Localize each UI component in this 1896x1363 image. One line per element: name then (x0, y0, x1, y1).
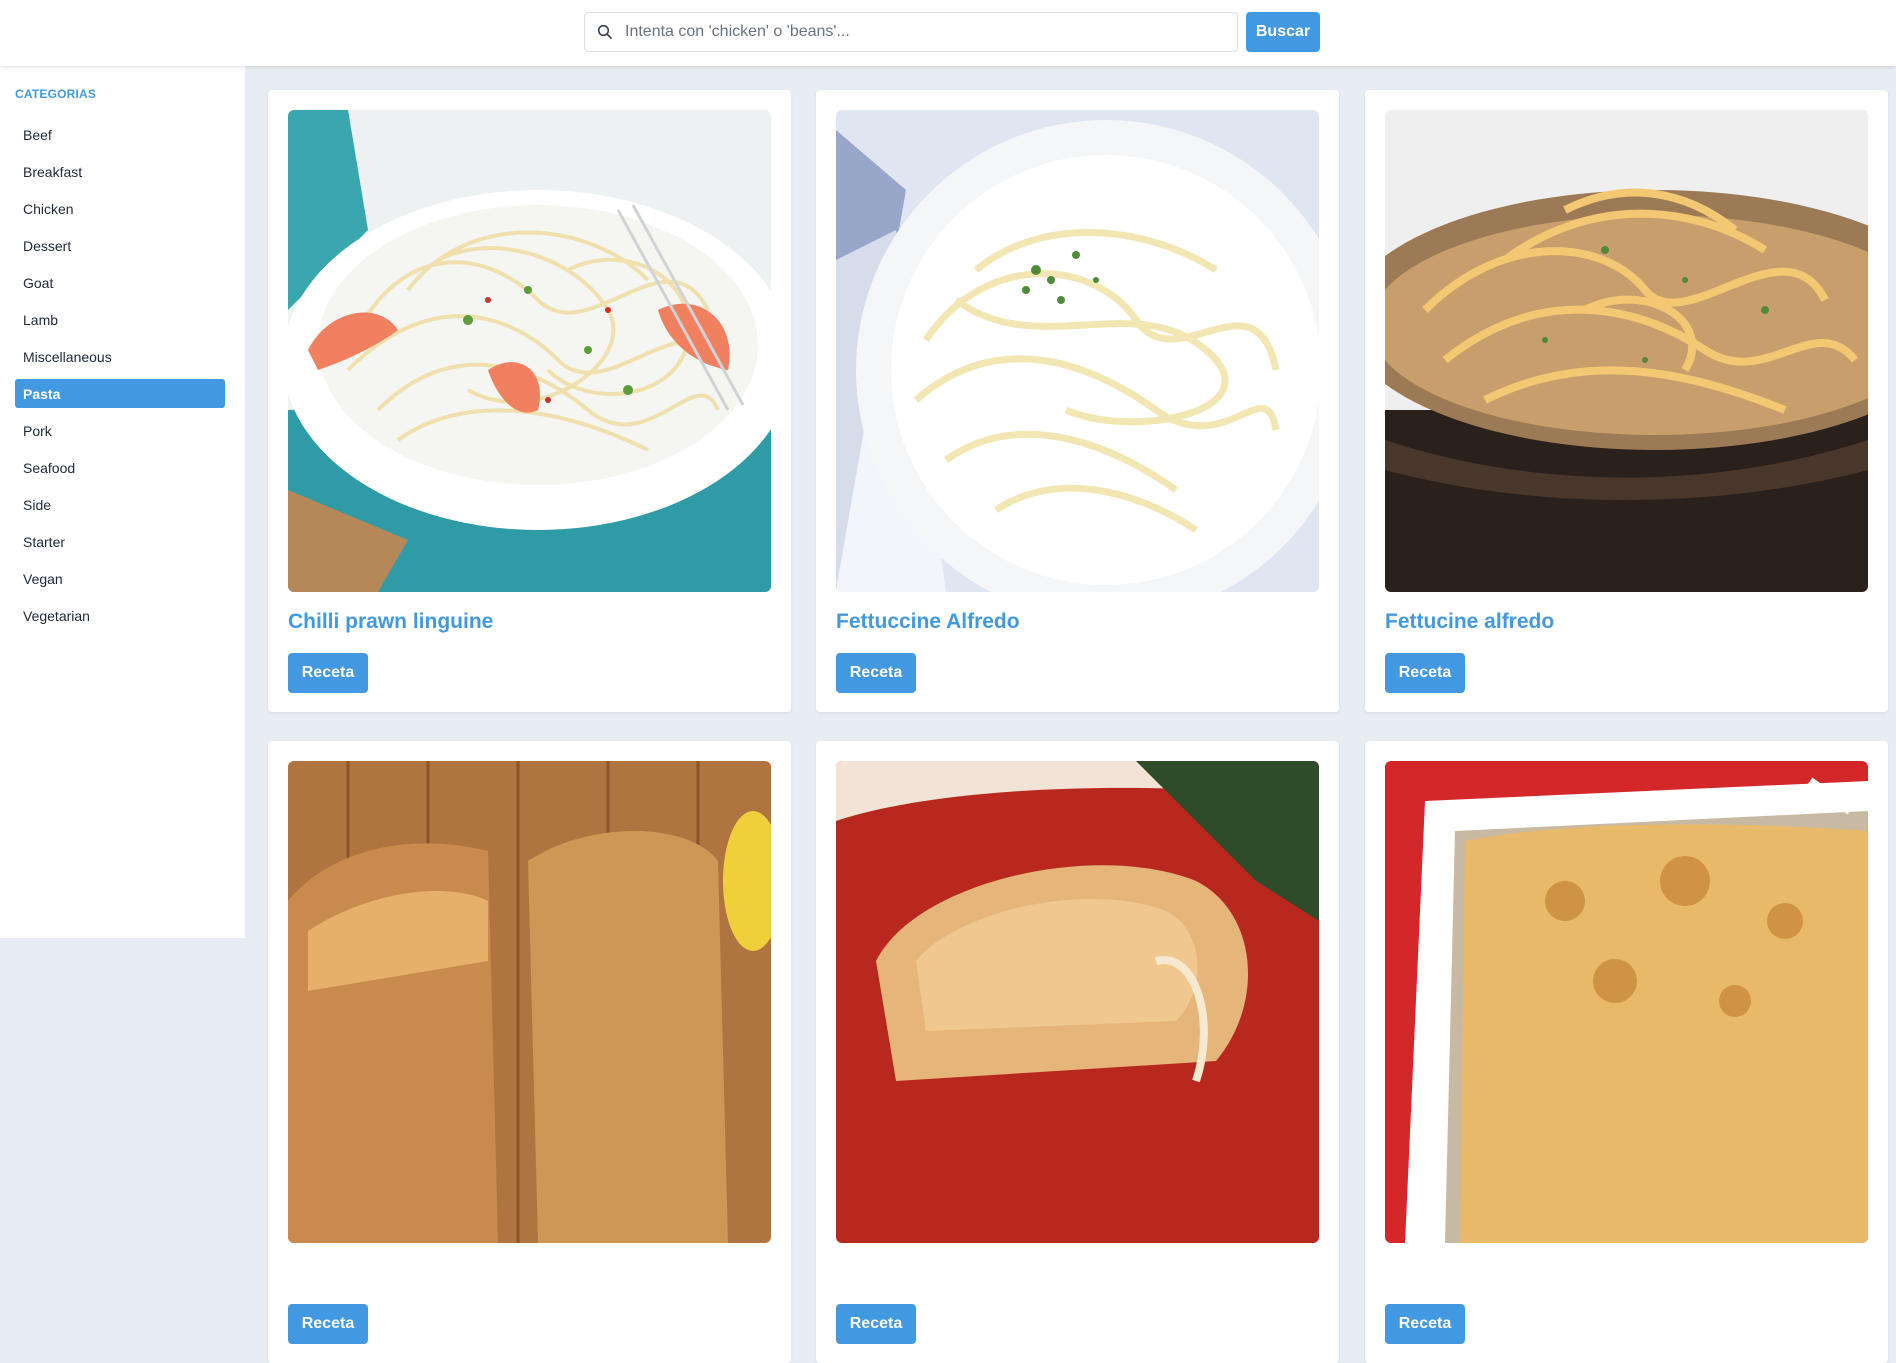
search-icon (585, 13, 625, 51)
sidebar-item-beef[interactable]: Beef (15, 120, 225, 149)
recipe-card: Receta (1365, 741, 1888, 1363)
recipe-card: Fettuccine Alfredo Receta (816, 90, 1339, 712)
sidebar-item-seafood[interactable]: Seafood (15, 453, 225, 482)
sidebar-item-pasta[interactable]: Pasta (15, 379, 225, 408)
sidebar-item-vegan[interactable]: Vegan (15, 564, 225, 593)
baked-lasagna-photo (1385, 761, 1868, 1243)
top-bar: Buscar (0, 0, 1896, 66)
sidebar-item-chicken[interactable]: Chicken (15, 194, 225, 223)
category-sidebar: CATEGORIAS Beef Breakfast Chicken Dessert Go… (0, 66, 245, 938)
recipe-card: Receta (268, 741, 791, 1363)
sidebar-item-starter[interactable]: Starter (15, 527, 225, 556)
recipe-card: Chilli prawn linguine Receta (268, 90, 791, 712)
recipe-button[interactable]: Receta (1385, 1304, 1465, 1344)
sidebar-item-goat[interactable]: Goat (15, 268, 225, 297)
fettuccine-white-plate-photo (836, 110, 1319, 592)
recipe-title[interactable]: Fettuccine Alfredo (836, 610, 1020, 634)
sidebar-item-side[interactable]: Side (15, 490, 225, 519)
recipe-title[interactable]: Fettucine alfredo (1385, 610, 1554, 634)
fettucine-bowl-photo (1385, 110, 1868, 592)
sidebar-item-vegetarian[interactable]: Vegetarian (15, 601, 225, 630)
search-box[interactable] (584, 12, 1238, 52)
grilled-cheese-photo (288, 761, 771, 1243)
sidebar-item-lamb[interactable]: Lamb (15, 305, 225, 334)
search-button[interactable]: Buscar (1246, 12, 1320, 52)
search-input[interactable] (625, 14, 1237, 50)
sidebar-item-breakfast[interactable]: Breakfast (15, 157, 225, 186)
recipe-button[interactable]: Receta (1385, 653, 1465, 693)
pasta-with-prawns-photo (288, 110, 771, 592)
sidebar-item-dessert[interactable]: Dessert (15, 231, 225, 260)
category-list: Beef Breakfast Chicken Dessert Goat Lamb Misce… (15, 120, 225, 638)
sidebar-item-miscellaneous[interactable]: Miscellaneous (15, 342, 225, 371)
recipe-title[interactable]: Chilli prawn linguine (288, 610, 493, 634)
recipe-button[interactable]: Receta (836, 1304, 916, 1344)
toasted-sandwich-photo (836, 761, 1319, 1243)
recipe-card: Fettucine alfredo Receta (1365, 90, 1888, 712)
recipe-button[interactable]: Receta (836, 653, 916, 693)
sidebar-title: CATEGORIAS (15, 87, 97, 101)
recipe-card: Receta (816, 741, 1339, 1363)
sidebar-item-pork[interactable]: Pork (15, 416, 225, 445)
recipe-button[interactable]: Receta (288, 1304, 368, 1344)
recipe-button[interactable]: Receta (288, 653, 368, 693)
